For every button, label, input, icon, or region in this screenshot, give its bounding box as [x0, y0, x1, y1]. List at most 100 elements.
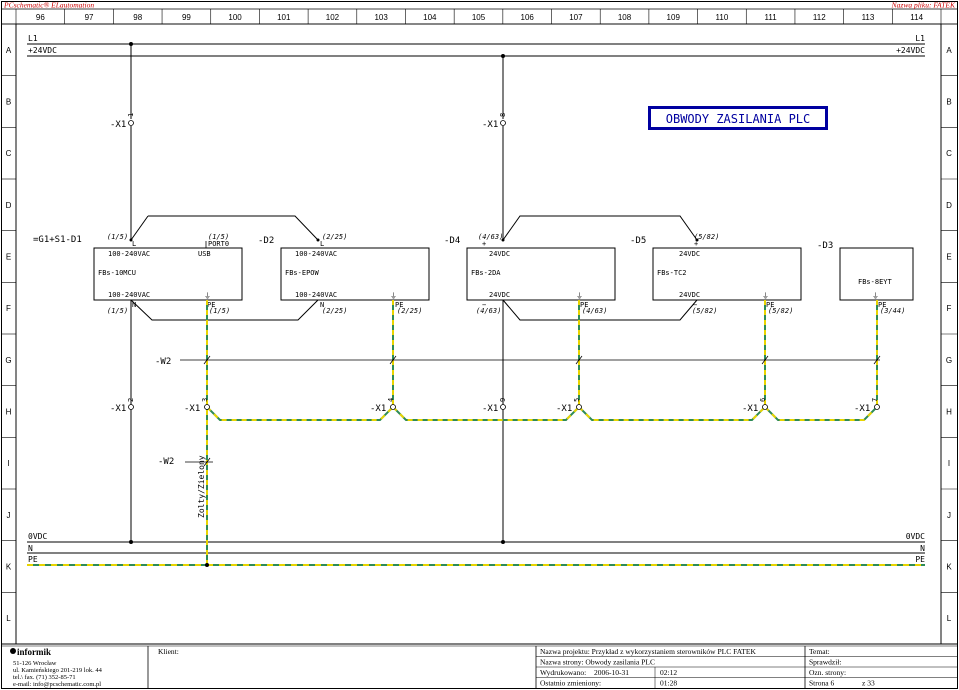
sheet-title: OBWODY ZASILANIA PLC [666, 112, 811, 126]
device-d2: -D2 (2/25) L 100-240VAC FBs-EPOW 100-240… [258, 233, 430, 315]
d4-bottom-voltage: 24VDC [489, 291, 510, 299]
column-label: 109 [667, 13, 681, 22]
d5-bottom-minus-ref: (5/82) [692, 307, 717, 315]
d4-bottom-minus-ref: (4/63) [476, 307, 501, 315]
pe-wires [204, 300, 880, 567]
row-label-right: I [948, 459, 950, 468]
terminal-x1-9-num: 9 [499, 398, 507, 402]
d1-top-voltage: 100-240VAC [108, 250, 150, 258]
d3-name: FBs-8EYT [858, 278, 893, 286]
d2-bottom-voltage: 100-240VAC [295, 291, 337, 299]
d3-bottom-pe-ref: (3/44) [880, 307, 905, 315]
column-label: 112 [813, 13, 826, 22]
company-name: informik [17, 647, 51, 657]
cable-wire-color: Zolty/Zielony [197, 455, 206, 518]
column-label: 105 [472, 13, 486, 22]
pe-right-label: PE [915, 555, 925, 564]
company-addr3: tel.\ fax. (71) 352-85-71 [13, 674, 76, 681]
row-label-left: K [6, 563, 12, 572]
row-label-right: C [946, 149, 952, 158]
row-label-left: A [6, 46, 12, 55]
column-label: 108 [618, 13, 632, 22]
row-label-left: F [6, 304, 11, 313]
d4-tag: -D4 [444, 236, 460, 246]
row-label-left: L [6, 614, 11, 623]
d1-top-ref: (1/5) [107, 233, 128, 241]
d2-top-voltage: 100-240VAC [295, 250, 337, 258]
terminal-x1 [390, 404, 396, 410]
company-addr4: e-mail: info@pcschematic.com.pl [13, 681, 101, 688]
d5-name: FBs-TC2 [657, 269, 687, 277]
v0-right-label: 0VDC [906, 532, 925, 541]
location-designation: =G1+S1-D1 [33, 235, 82, 245]
column-label: 110 [716, 13, 729, 22]
d5-bottom-pe-ref: (5/82) [768, 307, 793, 315]
d5-top-voltage: 24VDC [679, 250, 700, 258]
project-name: Nazwa projektu: Przykład z wykorzystanie… [540, 647, 756, 656]
row-label-right: D [946, 201, 952, 210]
device-d4: -D4 (4/63) + 24VDC FBs-2DA 24VDC − (4/63… [444, 233, 616, 315]
d5-bottom-voltage: 24VDC [679, 291, 700, 299]
terminal-x1-3-label: -X1 [184, 404, 200, 414]
row-label-right: K [946, 563, 952, 572]
v24-left-label: +24VDC [28, 46, 57, 55]
l1-right-label: L1 [915, 34, 925, 43]
row-label-left: B [6, 98, 11, 107]
column-label: 103 [374, 13, 388, 22]
terminal-x1-9-label: -X1 [482, 404, 498, 414]
column-label: 106 [521, 13, 535, 22]
row-label-left: C [6, 149, 12, 158]
terminal-x1-1 [128, 120, 134, 126]
column-label: 113 [862, 13, 875, 22]
pe-left-label: PE [28, 555, 38, 564]
d2-top-l: L [320, 240, 324, 248]
d1-bottom-n-ref: (1/5) [107, 307, 128, 315]
d1-name: FBs-10MCU [98, 269, 136, 277]
d4-top-voltage: 24VDC [489, 250, 510, 258]
column-label: 111 [765, 13, 778, 22]
d4-top-plus: + [482, 240, 486, 248]
terminal-x1-3-num: 3 [201, 398, 209, 402]
column-label: 104 [423, 13, 437, 22]
row-label-left: I [7, 459, 9, 468]
terminal-x1-8 [500, 120, 506, 126]
d4-bottom-pe-ref: (4/63) [582, 307, 607, 315]
svg-text:⏚: ⏚ [390, 292, 397, 300]
svg-text:⏚: ⏚ [204, 292, 211, 300]
company-addr1: 51-126 Wrocław [13, 660, 57, 667]
column-label: 101 [277, 13, 291, 22]
changed-time: 01:28 [660, 679, 677, 688]
svg-text:⏚: ⏚ [762, 292, 769, 300]
printed-label: Wydrukowano: [540, 668, 586, 677]
informik-logo-icon [10, 648, 16, 654]
terminal-x1-8-num: 8 [499, 113, 507, 117]
terminal-x1-6-num: 6 [759, 398, 767, 402]
title-box: OBWODY ZASILANIA PLC [648, 106, 828, 130]
svg-text:⏚: ⏚ [576, 292, 583, 300]
page-total: z 33 [862, 679, 875, 688]
row-label-left: G [5, 356, 11, 365]
column-label: 99 [182, 13, 191, 22]
d1-top-l: L [132, 240, 136, 248]
row-label-right: J [947, 511, 951, 520]
terminal-x1 [762, 404, 768, 410]
row-label-right: F [947, 304, 952, 313]
l1-left-label: L1 [28, 34, 38, 43]
column-label: 97 [85, 13, 94, 22]
column-label: 102 [326, 13, 340, 22]
terminal-x1-6-label: -X1 [742, 404, 758, 414]
sheet-border [1, 1, 958, 689]
row-label-right: E [946, 253, 951, 262]
d2-tag: -D2 [258, 236, 274, 246]
v0-left-label: 0VDC [28, 532, 47, 541]
printed-date: 2006-10-31 [594, 668, 629, 677]
d2-name: FBs-EPOW [285, 269, 320, 277]
page-number: Strona 6 [809, 679, 834, 688]
row-label-right: L [947, 614, 952, 623]
terminal-x1-8-label: -X1 [482, 120, 498, 130]
svg-text:⏚: ⏚ [872, 292, 879, 300]
terminal-x1-7-label: -X1 [854, 404, 870, 414]
d2-bottom-pe-ref: (2/25) [397, 307, 422, 315]
n-left-label: N [28, 544, 33, 553]
terminal-x1 [576, 404, 582, 410]
